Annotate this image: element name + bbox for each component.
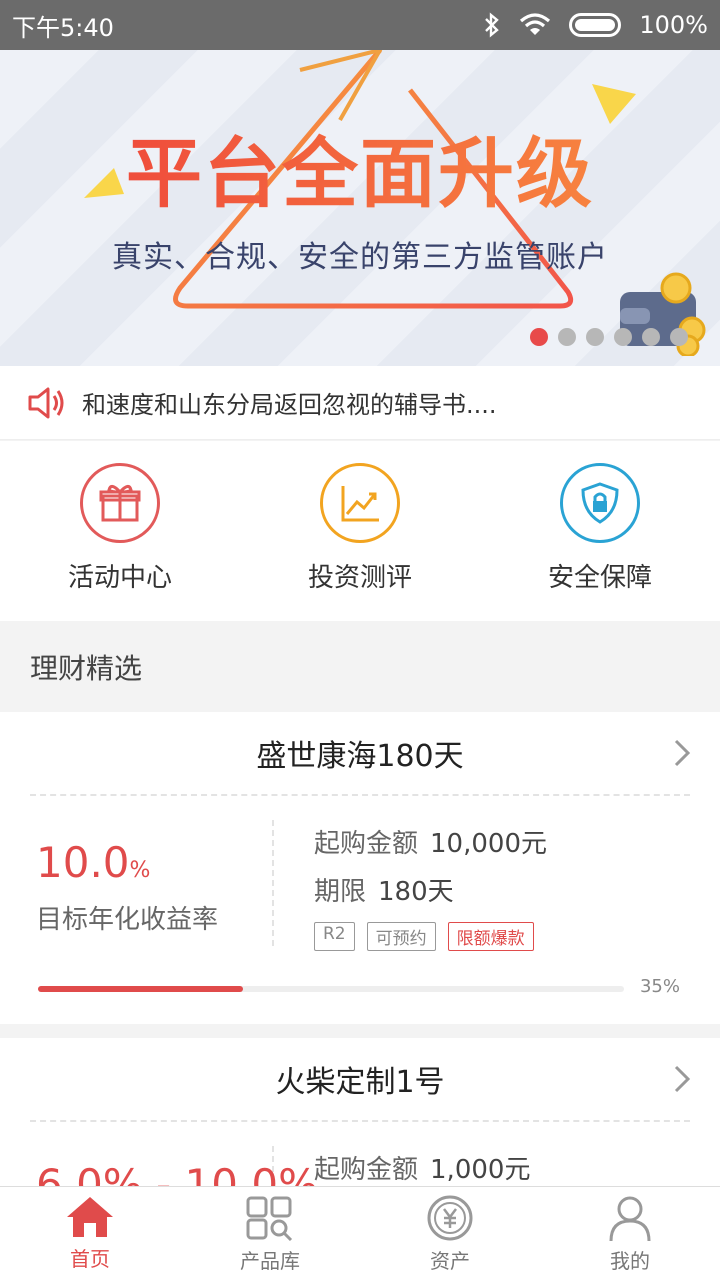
app-screen: 下午5:40 100% 平台全面升级 真实、合规、安全的第三方监管账户 和速度和…	[0, 0, 720, 1280]
sales-progress-bar	[38, 986, 624, 992]
product-name: 盛世康海180天	[256, 739, 464, 774]
tab-products[interactable]: 产品库	[180, 1187, 360, 1280]
bluetooth-icon	[485, 12, 500, 38]
status-icons: 100%	[483, 11, 708, 39]
user-icon	[609, 1196, 651, 1241]
status-time: 下午5:40	[12, 13, 114, 42]
battery-percent: 100%	[639, 11, 708, 39]
battery-icon	[569, 13, 622, 37]
rate-block: 10.0% 目标年化收益率	[0, 820, 274, 946]
product-card[interactable]: 火柴定制1号 6.0% - 10.0% 起购金额 1,000元	[0, 1038, 720, 1272]
tab-label: 产品库	[240, 1249, 300, 1273]
status-bar: 下午5:40 100%	[0, 0, 720, 50]
product-rate: 10.0%	[36, 838, 151, 887]
bottom-tab-bar: 首页 产品库 资产 我的	[0, 1186, 720, 1280]
chevron-right-icon	[674, 739, 691, 767]
quick-item-activity[interactable]: 活动中心	[0, 441, 240, 621]
banner-title: 平台全面升级	[126, 129, 594, 218]
tab-label: 我的	[610, 1249, 650, 1273]
announcement-text: 和速度和山东分局返回忽视的辅导书....	[82, 391, 497, 419]
product-card[interactable]: 盛世康海180天 10.0% 目标年化收益率 起购金额 10,000元 期限 180…	[0, 712, 720, 1024]
term-row: 期限 180天	[314, 877, 454, 907]
product-details: 起购金额 10,000元 期限 180天 R2 可预约 限额爆款	[274, 820, 547, 951]
quick-item-label: 投资测评	[307, 563, 412, 593]
section-title: 理财精选	[0, 622, 720, 712]
promo-banner[interactable]: 平台全面升级 真实、合规、安全的第三方监管账户	[0, 50, 720, 366]
announcement-bar[interactable]: 和速度和山东分局返回忽视的辅导书....	[0, 366, 720, 440]
chevron-right-icon	[674, 1065, 691, 1093]
quick-item-security[interactable]: 安全保障	[480, 441, 720, 621]
yuan-coin-icon	[427, 1195, 473, 1241]
home-icon	[67, 1197, 113, 1237]
banner-dot[interactable]	[586, 328, 604, 346]
tag-risk: R2	[314, 922, 355, 951]
quick-item-label: 活动中心	[67, 563, 172, 593]
tag-limited: 限额爆款	[447, 922, 534, 951]
tag-reservable: 可预约	[366, 922, 436, 951]
shield-icon	[560, 463, 640, 543]
wifi-icon	[520, 13, 551, 35]
chart-icon	[320, 463, 400, 543]
tab-label: 资产	[430, 1249, 470, 1273]
product-header[interactable]: 盛世康海180天	[0, 712, 720, 794]
banner-dot[interactable]	[530, 328, 548, 346]
banner-pagination	[530, 328, 688, 346]
min-amount-row: 起购金额 10,000元	[314, 829, 547, 859]
tab-home[interactable]: 首页	[0, 1187, 180, 1280]
product-name: 火柴定制1号	[275, 1065, 445, 1100]
banner-dot[interactable]	[670, 328, 688, 346]
tab-mine[interactable]: 我的	[540, 1187, 720, 1280]
quick-item-label: 安全保障	[547, 563, 652, 593]
speaker-icon	[28, 387, 64, 418]
tab-label: 首页	[70, 1247, 110, 1271]
quick-menu: 活动中心 投资测评 安全保障	[0, 441, 720, 621]
grid-search-icon	[246, 1196, 293, 1241]
banner-subtitle: 真实、合规、安全的第三方监管账户	[112, 240, 608, 275]
product-header[interactable]: 火柴定制1号	[0, 1038, 720, 1120]
rate-label: 目标年化收益率	[36, 905, 219, 935]
banner-dot[interactable]	[614, 328, 632, 346]
quick-item-assessment[interactable]: 投资测评	[240, 441, 480, 621]
tab-assets[interactable]: 资产	[360, 1187, 540, 1280]
banner-dot[interactable]	[558, 328, 576, 346]
product-tags: R2 可预约 限额爆款	[314, 922, 547, 951]
banner-dot[interactable]	[642, 328, 660, 346]
gift-icon	[80, 463, 160, 543]
sales-progress-percent: 35%	[639, 976, 680, 997]
